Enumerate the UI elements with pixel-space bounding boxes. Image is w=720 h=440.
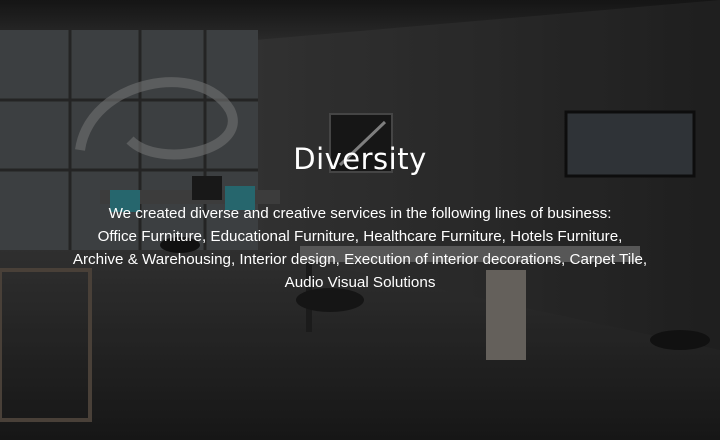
description-line: Audio Visual Solutions <box>284 274 436 291</box>
hero-description: We created diverse and creative services… <box>40 202 680 294</box>
hero-title: Diversity <box>293 142 427 176</box>
hero-content: Diversity We created diverse and creativ… <box>0 0 720 440</box>
description-line: We created diverse and creative services… <box>108 205 612 222</box>
diversity-hero: Diversity We created diverse and creativ… <box>0 0 720 440</box>
description-line: Archive & Warehousing, Interior design, … <box>72 251 648 268</box>
description-line: Office Furniture, Educational Furniture,… <box>97 228 623 245</box>
